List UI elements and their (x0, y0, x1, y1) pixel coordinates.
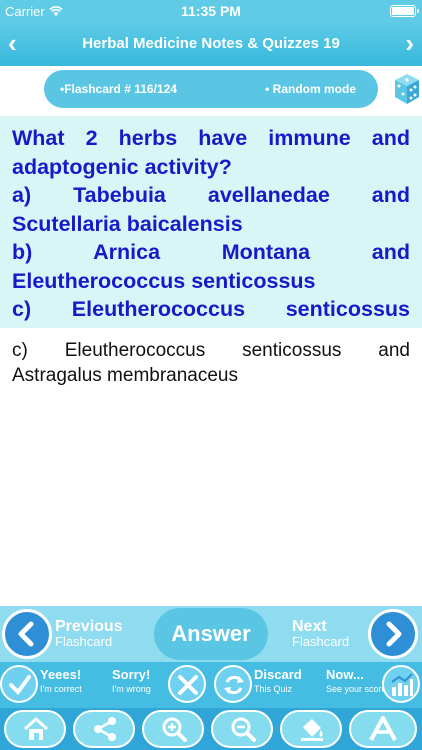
answer-line: Astragalus membranaceus (12, 365, 238, 386)
font-size-button[interactable] (349, 710, 417, 748)
flashcard-counter: •Flashcard # 116/124 (60, 82, 177, 96)
correct-button[interactable]: Yeees! I'm correct (0, 665, 104, 705)
chevron-right-icon[interactable]: › (405, 28, 414, 58)
toolbar (0, 708, 422, 750)
zoom-in-icon (162, 717, 187, 742)
zoom-in-button[interactable] (142, 710, 204, 748)
recycle-icon (214, 665, 252, 703)
home-icon (23, 717, 49, 740)
clock: 11:35 PM (181, 3, 241, 19)
previous-flashcard-button[interactable] (2, 609, 52, 659)
previous-flashcard-label[interactable]: Previous Flashcard (55, 618, 123, 649)
question-line: a) Tabebuia avellanedae and (12, 183, 410, 207)
see-score-button[interactable]: Now... See your score (324, 665, 422, 705)
question-line: adaptogenic activity? (12, 154, 232, 179)
cross-icon (168, 665, 206, 703)
chart-icon (382, 665, 420, 703)
quiz-feedback-row: Yeees! I'm correct Sorry! I'm wrong Disc… (0, 662, 422, 708)
answer-panel: c) Eleutherococcus senticossus and Astra… (0, 338, 422, 388)
wrong-button[interactable]: Sorry! I'm wrong (110, 665, 210, 705)
navigation-bar: ‹ Herbal Medicine Notes & Quizzes 19 › (0, 22, 422, 66)
discard-quiz-button[interactable]: Discard This Quiz (214, 665, 318, 705)
share-icon (94, 717, 116, 741)
question-line: Scutellaria baicalensis (12, 211, 243, 236)
zoom-out-icon (231, 717, 256, 742)
answer-button[interactable]: Answer (154, 608, 268, 660)
status-bar: Carrier 11:35 PM (0, 0, 422, 22)
chevron-right-icon (386, 621, 402, 647)
next-flashcard-label[interactable]: Next Flashcard (292, 618, 349, 649)
chevron-left-icon (18, 621, 34, 647)
share-button[interactable] (73, 710, 135, 748)
next-flashcard-button[interactable] (368, 609, 418, 659)
question-panel: What 2 herbs have immune and adaptogenic… (0, 116, 422, 328)
paint-button[interactable] (280, 710, 342, 748)
battery-icon (390, 5, 419, 17)
flashcard-info-band: •Flashcard # 116/124 • Random mode (0, 66, 422, 114)
question-line: b) Arnica Montana and (12, 240, 410, 264)
paint-bucket-icon (301, 719, 323, 741)
zoom-out-button[interactable] (211, 710, 273, 748)
flashcard-info-pill: •Flashcard # 116/124 • Random mode (44, 70, 378, 108)
mode-label: • Random mode (265, 82, 356, 96)
chevron-left-icon[interactable]: ‹ (8, 28, 17, 58)
font-icon (369, 716, 397, 741)
question-line: What 2 herbs have immune and (12, 126, 410, 150)
question-line: c) Eleutherococcus senticossus (12, 297, 410, 321)
question-line: Eleutherococcus senticossus (12, 268, 316, 293)
dice-icon[interactable] (394, 72, 420, 106)
checkmark-icon (0, 665, 38, 703)
home-button[interactable] (4, 710, 66, 748)
page-title: Herbal Medicine Notes & Quizzes 19 (82, 35, 340, 52)
flashcard-navigation-row: Previous Flashcard Answer Next Flashcard (0, 606, 422, 662)
answer-line: c) Eleutherococcus senticossus and (12, 340, 410, 361)
